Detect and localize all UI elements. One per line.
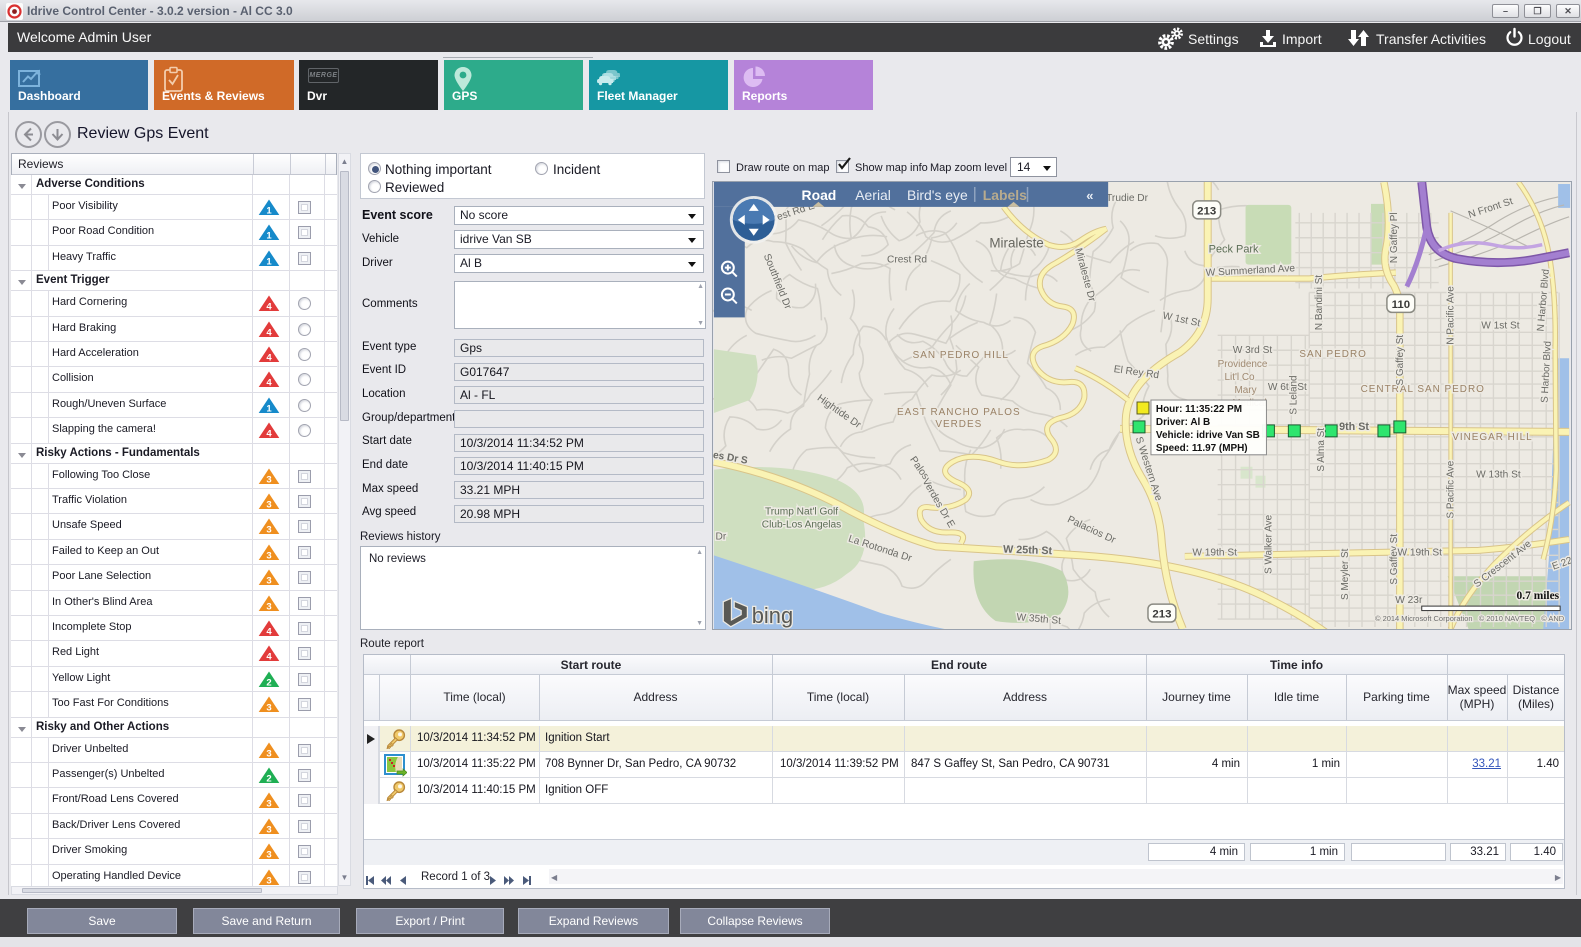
svg-text:110: 110	[1392, 299, 1410, 311]
svg-text:3: 3	[266, 474, 271, 485]
svg-text:Aerial: Aerial	[855, 187, 891, 203]
svg-text:S Gaffey St: S Gaffey St	[1395, 335, 1406, 386]
svg-text:3: 3	[266, 748, 271, 759]
svg-text:4: 4	[266, 378, 272, 389]
svg-text:4: 4	[266, 429, 272, 440]
svg-text:4: 4	[266, 327, 272, 338]
svg-text:Speed: 11.97 (MPH): Speed: 11.97 (MPH)	[1156, 443, 1248, 454]
svg-text:Mary: Mary	[1234, 385, 1256, 396]
svg-text:S Leland: S Leland	[1288, 375, 1299, 414]
svg-text:4: 4	[266, 353, 272, 364]
svg-text:1: 1	[266, 403, 272, 414]
svg-text:213: 213	[1197, 205, 1216, 217]
svg-text:EAST RANCHO PALOS: EAST RANCHO PALOS	[897, 407, 1021, 418]
svg-text:SAN PEDRO: SAN PEDRO	[1299, 349, 1367, 360]
svg-text:Bird's eye: Bird's eye	[907, 187, 968, 203]
svg-text:Road: Road	[802, 187, 837, 203]
svg-text:2: 2	[266, 774, 271, 785]
svg-text:W 19th St: W 19th St	[1192, 547, 1237, 558]
svg-text:© 2014 Microsoft Corporation: © 2014 Microsoft Corporation © 2010 NAVT…	[1375, 614, 1565, 623]
svg-text:Providence: Providence	[1218, 359, 1268, 370]
svg-text:Driver: Al B: Driver: Al B	[1156, 417, 1210, 428]
svg-text:Club-Los Angelas: Club-Los Angelas	[762, 519, 842, 530]
svg-text:N Gaffey Pl: N Gaffey Pl	[1389, 212, 1400, 263]
svg-text:3: 3	[266, 850, 271, 861]
svg-text:Crest Rd: Crest Rd	[887, 255, 927, 266]
svg-text:2: 2	[266, 677, 271, 688]
svg-text:W 19th St: W 19th St	[1397, 547, 1442, 558]
svg-text:N Pacific Ave: N Pacific Ave	[1446, 286, 1457, 345]
svg-text:SAN PEDRO HILL: SAN PEDRO HILL	[913, 350, 1009, 361]
svg-text:1: 1	[266, 231, 272, 242]
svg-text:9th St: 9th St	[1339, 421, 1369, 433]
svg-text:3: 3	[266, 525, 271, 536]
svg-text:3: 3	[266, 550, 271, 561]
svg-text:CENTRAL SAN PEDRO: CENTRAL SAN PEDRO	[1361, 384, 1485, 395]
svg-text:3: 3	[266, 601, 271, 612]
svg-text:bing: bing	[752, 603, 793, 628]
svg-text:Miraleste: Miraleste	[989, 236, 1043, 251]
svg-text:S Gaffey St: S Gaffey St	[1389, 534, 1400, 585]
svg-text:Vehicle: idrive Van SB: Vehicle: idrive Van SB	[1156, 430, 1260, 441]
svg-text:3: 3	[266, 703, 271, 714]
svg-text:213: 213	[1152, 609, 1171, 621]
svg-text:N Bandini St: N Bandini St	[1314, 275, 1325, 330]
svg-text:3: 3	[266, 799, 271, 810]
svg-text:3: 3	[266, 576, 271, 587]
svg-text:1: 1	[266, 256, 272, 267]
svg-text:4: 4	[266, 627, 272, 638]
svg-text:0.7 miles: 0.7 miles	[1517, 590, 1560, 602]
svg-text:S Alma St: S Alma St	[1316, 428, 1327, 472]
svg-text:VERDES: VERDES	[935, 419, 982, 430]
svg-text:Dr: Dr	[716, 531, 727, 542]
svg-text:W 3rd St: W 3rd St	[1233, 345, 1273, 356]
svg-text:W 1st St: W 1st St	[1481, 320, 1519, 331]
svg-text:S Meyler St: S Meyler St	[1340, 548, 1351, 600]
svg-text:Peck Park: Peck Park	[1209, 244, 1259, 256]
svg-text:4: 4	[266, 652, 272, 663]
svg-text:W 13th St: W 13th St	[1476, 470, 1521, 481]
svg-text:Trump Nat'l Golf: Trump Nat'l Golf	[765, 507, 838, 518]
svg-text:Lit'l Co: Lit'l Co	[1225, 372, 1256, 383]
svg-text:Labels: Labels	[983, 187, 1027, 203]
svg-text:3: 3	[266, 500, 271, 511]
svg-text:VINEGAR HILL: VINEGAR HILL	[1452, 432, 1532, 443]
svg-text:Hour: 11:35:22 PM: Hour: 11:35:22 PM	[1156, 404, 1242, 415]
svg-text:S Pacific Ave: S Pacific Ave	[1446, 460, 1457, 518]
svg-text:«: «	[1086, 188, 1093, 203]
svg-text:1: 1	[266, 206, 272, 217]
svg-text:Trudie Dr: Trudie Dr	[1106, 193, 1149, 204]
svg-text:W 25th St: W 25th St	[1003, 543, 1053, 557]
svg-text:S Walker Ave: S Walker Ave	[1263, 514, 1274, 574]
svg-text:W 23r: W 23r	[1395, 595, 1423, 606]
svg-text:3: 3	[266, 824, 271, 835]
svg-text:4: 4	[266, 302, 272, 313]
svg-text:3: 3	[266, 875, 271, 886]
